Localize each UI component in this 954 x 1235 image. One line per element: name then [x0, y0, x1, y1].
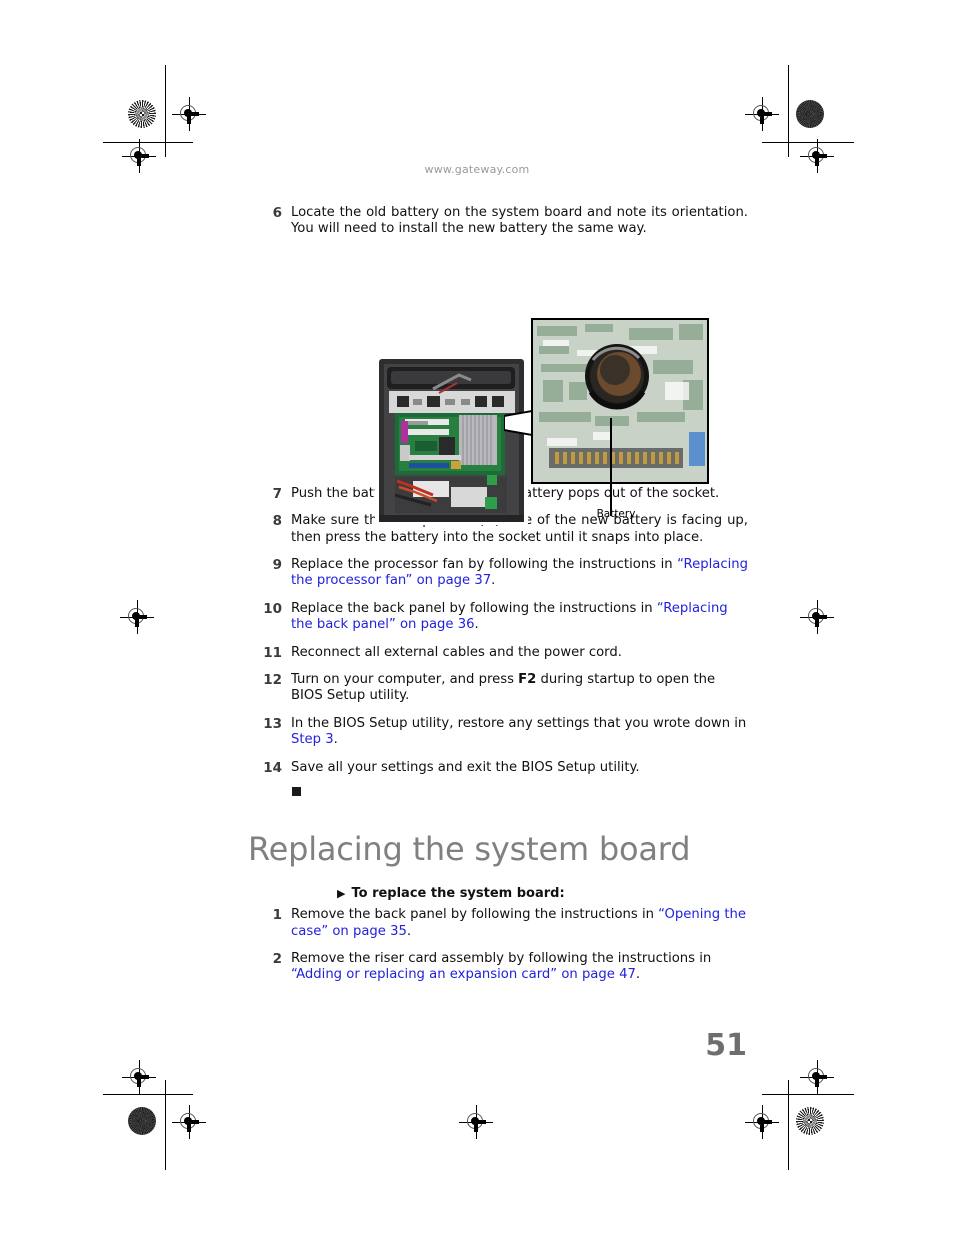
- text-run: .: [635, 967, 641, 983]
- step-number: 7: [272, 485, 282, 502]
- crop-mark-line: [165, 1080, 166, 1170]
- procedure-subheading: ▶ To replace the system board:: [337, 886, 748, 901]
- procedure-subheading-text: To replace the system board:: [351, 886, 565, 902]
- registration-mark-icon: [745, 1105, 779, 1139]
- step-text: Locate the old battery on the system boa…: [291, 205, 748, 238]
- density-target-icon: [796, 100, 824, 128]
- page-number: 51: [705, 1028, 747, 1063]
- text-run: Replace the processor fan by following t…: [291, 557, 678, 573]
- step-item: 6 Locate the old battery on the system b…: [248, 205, 748, 238]
- step-item: 10 Replace the back panel by following t…: [248, 601, 748, 634]
- text-run: Locate the old battery on the system boa…: [291, 205, 748, 237]
- crop-mark-line: [103, 1094, 193, 1095]
- battery-closeup-photo: [531, 317, 709, 484]
- step-item: 9 Replace the processor fan by following…: [248, 557, 748, 590]
- end-of-procedure-marker: [292, 787, 301, 797]
- text-run: Replace the back panel by following the …: [291, 600, 657, 616]
- registration-mark-icon: [459, 1105, 493, 1139]
- text-run: .: [406, 923, 412, 939]
- step-text: Remove the riser card assembly by follow…: [291, 951, 748, 984]
- step-number: 13: [263, 715, 282, 732]
- manual-page: www.gateway.com 6 Locate the old battery…: [0, 0, 954, 1235]
- step-number: 8: [272, 513, 282, 530]
- step-item: 2 Remove the riser card assembly by foll…: [248, 951, 748, 984]
- crop-mark-line: [788, 1080, 789, 1170]
- crop-mark-line: [762, 1094, 854, 1095]
- step-number: 14: [263, 759, 282, 776]
- text-run: .: [333, 732, 338, 748]
- text-run: Remove the riser card assembly by follow…: [291, 950, 712, 966]
- text-run: Reconnect all external cables and the po…: [291, 644, 622, 660]
- callout-leader-line: [610, 417, 612, 516]
- registration-mark-icon: [172, 97, 206, 131]
- triangle-bullet-icon: ▶: [337, 887, 346, 901]
- crop-mark-line: [788, 65, 789, 157]
- page-title: Replacing the system board: [248, 830, 691, 869]
- text-run: .: [474, 617, 479, 633]
- step-item: 14 Save all your settings and exit the B…: [248, 760, 748, 776]
- step-number: 1: [272, 907, 282, 924]
- registration-mark-icon: [745, 97, 779, 131]
- step-text: Replace the processor fan by following t…: [291, 557, 748, 590]
- figure-battery-location: Battery: [248, 250, 748, 525]
- step-number: 12: [263, 672, 282, 689]
- registration-mark-icon: [172, 1105, 206, 1139]
- step-item: 12 Turn on your computer, and press F2 d…: [248, 672, 748, 705]
- figure-label-battery: Battery: [596, 507, 636, 520]
- registration-mark-icon: [120, 600, 154, 634]
- step-text: Reconnect all external cables and the po…: [291, 645, 748, 661]
- text-run: .: [491, 573, 496, 589]
- text-run: Save all your settings and exit the BIOS…: [291, 759, 640, 775]
- step-number: 9: [272, 557, 282, 574]
- step-text: Remove the back panel by following the i…: [291, 907, 748, 940]
- step-item: 1 Remove the back panel by following the…: [248, 907, 748, 940]
- cross-reference-link[interactable]: “Adding or replacing an expansion card” …: [291, 967, 636, 982]
- registration-mark-icon: [800, 600, 834, 634]
- step-item: 13 In the BIOS Setup utility, restore an…: [248, 716, 748, 749]
- registration-mark-icon: [800, 1060, 834, 1094]
- text-run: Turn on your computer, and press: [291, 672, 519, 688]
- step-number: 6: [272, 205, 282, 221]
- registration-mark-icon: [122, 1060, 156, 1094]
- step-text: Turn on your computer, and press F2 duri…: [291, 672, 748, 705]
- halftone-target-icon: [796, 1107, 824, 1135]
- step-text: Save all your settings and exit the BIOS…: [291, 760, 748, 776]
- cross-reference-link[interactable]: Step 3: [291, 732, 334, 747]
- page-content: 6 Locate the old battery on the system b…: [248, 205, 748, 995]
- step-item: 11 Reconnect all external cables and the…: [248, 645, 748, 661]
- text-run: Remove the back panel by following the i…: [291, 907, 659, 923]
- step-number: 2: [272, 950, 282, 967]
- crop-mark-line: [165, 65, 166, 157]
- step-number: 11: [263, 644, 282, 661]
- computer-case-photo: [375, 354, 528, 525]
- text-run: In the BIOS Setup utility, restore any s…: [291, 715, 747, 731]
- step-text: In the BIOS Setup utility, restore any s…: [291, 716, 748, 749]
- halftone-target-icon: [128, 100, 156, 128]
- key-label: F2: [518, 672, 537, 688]
- page-header-url: www.gateway.com: [424, 163, 530, 176]
- step-text: Replace the back panel by following the …: [291, 601, 748, 634]
- step-number: 10: [263, 600, 282, 617]
- density-target-icon: [128, 1107, 156, 1135]
